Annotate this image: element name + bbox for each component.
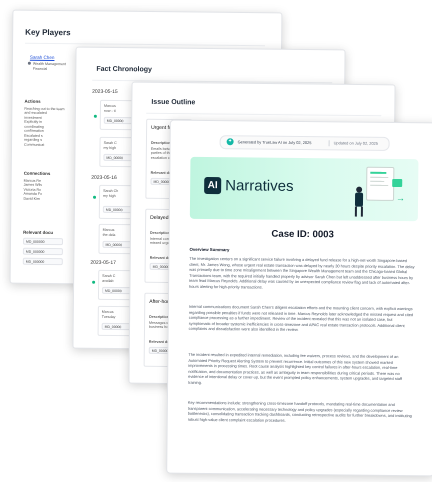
timeline-dot — [92, 195, 97, 199]
key-players-title: Key Players — [25, 27, 71, 38]
person-dept: Financial — [32, 66, 48, 71]
summary-paragraph: Internal communications document Sarah C… — [188, 303, 414, 333]
list-item: David Kim — [23, 196, 40, 201]
timeline-dot — [93, 114, 97, 118]
timeline-dot — [92, 280, 96, 284]
list-item: Communicat — [24, 142, 45, 147]
doc-chip[interactable]: MD_00000 — [103, 153, 134, 162]
chronology-date: 2023-05-15 — [92, 88, 118, 96]
connections-label: Connections — [23, 170, 51, 176]
doc-chip[interactable]: MD_000000 — [22, 237, 64, 246]
summary-paragraph: Key recommendations include: strengtheni… — [187, 399, 412, 423]
narratives-banner: AI Narratives → — [189, 156, 419, 222]
ai-logo-badge: AI — [204, 176, 222, 195]
person-icon — [27, 61, 31, 65]
banner-title: Narratives — [225, 177, 294, 195]
chronology-date: 2023-05-16 — [91, 174, 117, 182]
divider — [328, 140, 330, 147]
fact-chronology-title: Fact Chronology — [96, 65, 153, 74]
doc-chip[interactable]: MD_00000 — [102, 286, 133, 295]
actions-list: Reaching out to the team and escalated i… — [24, 107, 65, 148]
connections-list: Marcus Re James Wils Victoria Ro Amanda … — [23, 179, 42, 202]
summary-paragraph: The incident resulted in expedited inter… — [188, 351, 403, 385]
issue-outline-title: Issue Outline — [151, 98, 196, 107]
doc-chip[interactable]: MD_00000 — [102, 240, 133, 249]
doc-chip[interactable]: MD_00000 — [102, 205, 133, 214]
chronology-date: 2023-05-17 — [90, 259, 116, 267]
generated-text: Generated by TrueLaw AI on July 02, 2025 — [237, 139, 312, 146]
doc-chip[interactable]: MD_00000 — [101, 322, 132, 331]
relevant-docs-label: Relevant docu — [23, 229, 54, 236]
arrow-right-icon: → — [396, 192, 406, 204]
person-name-link[interactable]: Sarah Chen — [30, 55, 55, 60]
case-title: Case ID: 0003 — [271, 228, 334, 241]
summary-paragraph: The investigation centers on a significa… — [189, 255, 415, 290]
summary-heading: Overview Summary — [189, 246, 230, 253]
narratives-card: ✦ Generated by TrueLaw AI on July 02, 20… — [166, 119, 432, 477]
doc-chip[interactable]: MD_00000 — [103, 116, 134, 125]
illustration: → — [352, 163, 413, 220]
sparkle-icon: ✦ — [226, 138, 234, 146]
doc-chip[interactable]: MD_000000 — [22, 247, 63, 256]
doc-chip[interactable]: MD_000000 — [22, 257, 63, 266]
actions-label: Actions — [24, 98, 41, 104]
generated-bar: ✦ Generated by TrueLaw AI on July 02, 20… — [219, 135, 390, 151]
updated-text: Updated on July 02, 2025 — [333, 140, 378, 146]
